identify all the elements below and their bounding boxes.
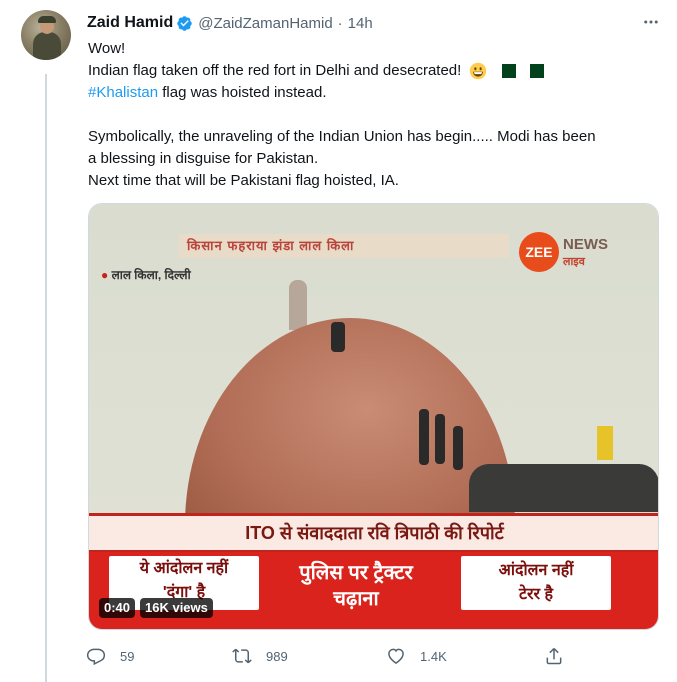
tweet-text: Wow! Indian flag taken off the red fort …: [88, 38, 664, 192]
tweet-time[interactable]: 14h: [348, 15, 373, 32]
tweet-header: Zaid Hamid @ZaidZamanHamid · 14h: [87, 12, 665, 34]
video-lower-third: ये आंदोलन नहीं 'दंगा' है पुलिस पर ट्रैक्…: [89, 552, 658, 629]
tweet-line-text: Indian flag taken off the red fort in De…: [88, 62, 462, 79]
person-figure: [435, 414, 445, 464]
reply-count: 59: [120, 648, 135, 664]
share-button[interactable]: [544, 644, 564, 668]
channel-logo: ZEE NEWS लाइव: [519, 232, 649, 272]
avatar-body: [33, 32, 61, 60]
video-location-text: लाल किला, दिल्ली: [111, 268, 191, 282]
video-location: ● लाल किला, दिल्ली: [101, 266, 191, 283]
tweet-line: Symbolically, the unraveling of the Indi…: [88, 128, 596, 145]
dome-spire: [289, 280, 307, 330]
tweet-line-text: flag was hoisted instead.: [158, 84, 327, 101]
grinning-emoji-icon: [470, 62, 487, 80]
retweet-count: 989: [266, 648, 288, 664]
tweet-line: Wow!: [88, 40, 126, 57]
channel-name: NEWS: [563, 236, 608, 253]
pakistan-flag-icon: [525, 64, 544, 79]
video-duration: 0:40: [99, 598, 136, 618]
avatar-cap: [38, 16, 56, 23]
author-handle[interactable]: @ZaidZamanHamid: [198, 15, 332, 32]
reply-button[interactable]: 59: [86, 644, 134, 668]
like-button[interactable]: 1.4K: [386, 644, 447, 668]
lower-left-line-1: ये आंदोलन नहीं: [139, 560, 229, 577]
video-player[interactable]: किसान फहराया झंडा लाल किला ● लाल किला, द…: [88, 203, 659, 630]
lower-right-line-2: टेरर है: [518, 586, 554, 603]
like-count: 1.4K: [420, 648, 447, 664]
tweet-line-with-emoji: Indian flag taken off the red fort in De…: [88, 60, 664, 82]
thread-line: [45, 74, 47, 682]
location-pin-icon: ●: [101, 268, 109, 282]
hashtag-link[interactable]: #Khalistan: [88, 84, 158, 101]
like-icon: [388, 648, 404, 664]
person-figure: [453, 426, 463, 470]
more-icon[interactable]: [639, 10, 663, 34]
tweet-line: Next time that will be Pakistani flag ho…: [88, 172, 399, 189]
retweet-button[interactable]: 989: [232, 644, 288, 668]
channel-live: लाइव: [563, 256, 585, 268]
tweet-line: a blessing in disguise for Pakistan.: [88, 150, 319, 167]
verified-badge-icon: [177, 15, 192, 31]
retweet-icon: [232, 648, 252, 664]
video-ticker-text: ITO से संवाददाता रवि त्रिपाठी की रिपोर्ट: [245, 523, 504, 543]
channel-logo-circle: ZEE: [519, 232, 559, 272]
lower-center-line-1: पुलिस पर ट्रैक्टर: [299, 562, 413, 584]
separator-dot: ·: [337, 14, 343, 32]
yellow-flag: [597, 426, 613, 460]
tweet-actions: 59 989 1.4K: [86, 644, 566, 668]
video-ticker: ITO से संवाददाता रवि त्रिपाठी की रिपोर्ट: [89, 513, 658, 553]
author-name[interactable]: Zaid Hamid: [87, 14, 173, 32]
person-figure: [419, 409, 429, 465]
share-icon: [546, 647, 562, 665]
video-views: 16K views: [140, 598, 213, 618]
video-top-banner: किसान फहराया झंडा लाल किला: [179, 234, 509, 258]
avatar[interactable]: [21, 10, 71, 60]
crowd: [469, 464, 658, 512]
pakistan-flag-icon: [497, 64, 516, 79]
person-figure: [331, 322, 345, 352]
lower-right-line-1: आंदोलन नहीं: [498, 562, 574, 579]
lower-center-line-2: चढ़ाना: [333, 588, 379, 610]
video-top-banner-text: किसान फहराया झंडा लाल किला: [187, 238, 355, 253]
reply-icon: [86, 648, 106, 666]
tweet-line: #Khalistan flag was hoisted instead.: [88, 82, 664, 104]
